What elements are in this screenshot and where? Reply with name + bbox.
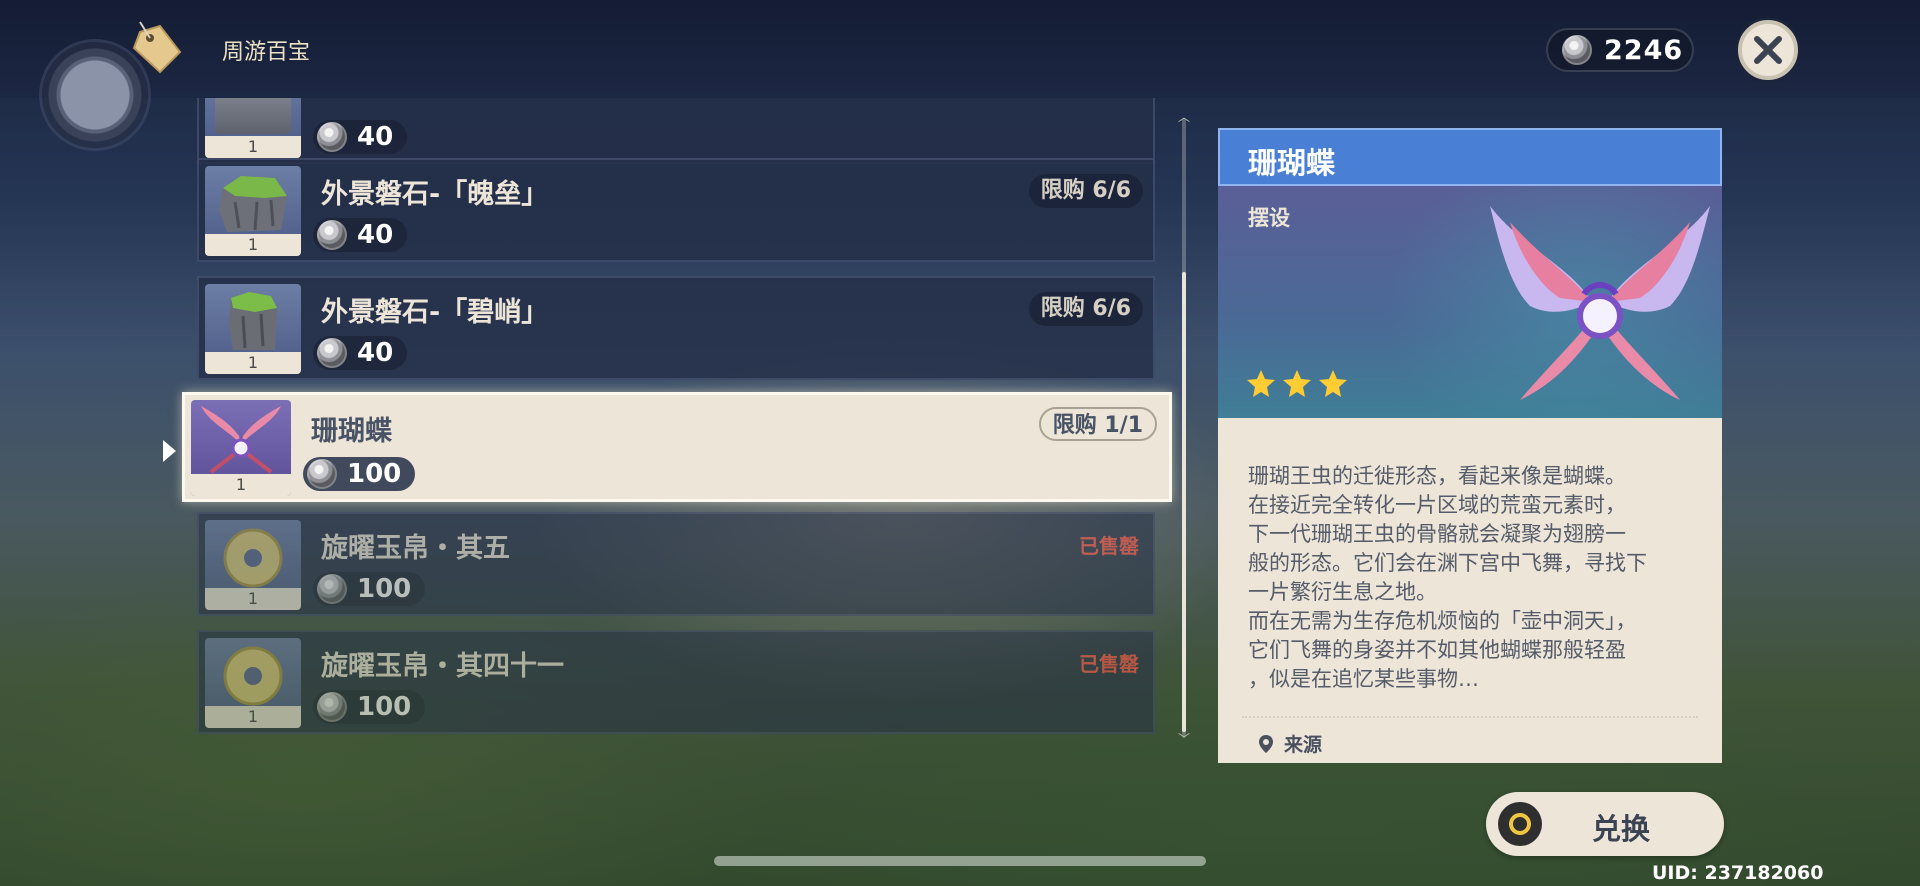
rarity-stars (1246, 368, 1348, 398)
mora-coin-icon (317, 122, 347, 152)
item-price-value: 40 (357, 122, 394, 152)
list-item-selected[interactable]: 1 珊瑚蝶 100 限购 1/1 (182, 392, 1172, 502)
purchase-limit-badge: 限购 6/6 (1028, 174, 1143, 208)
list-item[interactable]: 1 40 (197, 98, 1155, 164)
source-link[interactable]: 来源 (1258, 730, 1322, 757)
item-name: 旋曜玉帛・其五 (321, 533, 510, 564)
purchase-limit-badge: 限购 6/6 (1028, 292, 1143, 326)
item-name: 珊瑚蝶 (311, 416, 392, 447)
currency-display: 2246 (1546, 28, 1694, 72)
star-icon (1283, 370, 1311, 397)
shop-item-list[interactable]: 1 40 1 外景磐石-「魄垒」 40 限购 6/6 1 外景磐石-「碧峭」 4… (0, 98, 1200, 748)
item-price-value: 100 (357, 692, 412, 722)
detail-hero: 摆设 (1218, 186, 1722, 418)
item-name: 旋曜玉帛・其四十一 (321, 651, 564, 682)
item-quantity: 1 (205, 234, 301, 256)
item-price: 100 (303, 457, 416, 491)
mora-coin-icon (317, 692, 347, 722)
item-price-value: 100 (347, 459, 402, 489)
uid-text: UID: 237182060 (1652, 862, 1824, 884)
coral-butterfly-icon (1490, 206, 1710, 400)
mora-coin-icon (317, 338, 347, 368)
item-quantity: 1 (205, 588, 301, 610)
location-pin-icon (1259, 734, 1273, 753)
item-price: 40 (313, 218, 408, 252)
mora-coin-icon (317, 574, 347, 604)
item-quantity: 1 (205, 706, 301, 728)
star-icon (1319, 370, 1347, 397)
mora-coin-icon (317, 220, 347, 250)
list-item[interactable]: 1 外景磐石-「魄垒」 40 限购 6/6 (197, 158, 1155, 262)
mora-coin-icon (307, 459, 337, 489)
shop-title: 周游百宝 (222, 40, 311, 65)
item-thumbnail: 1 (205, 166, 301, 256)
home-indicator[interactable] (714, 856, 1206, 866)
exchange-button[interactable]: 兑换 (1486, 792, 1724, 856)
list-item[interactable]: 1 外景磐石-「碧峭」 40 限购 6/6 (197, 276, 1155, 380)
rock-icon (229, 292, 277, 350)
source-label: 来源 (1284, 734, 1323, 756)
item-price: 100 (313, 572, 426, 606)
jade-disc-icon (223, 528, 283, 588)
item-description: 珊瑚王虫的迁徙形态，看起来像是蝴蝶。 在接近完全转化一片区域的荒蛮元素时， 下一… (1248, 464, 1647, 691)
close-button[interactable] (1738, 20, 1798, 80)
exchange-button-label: 兑换 (1592, 812, 1651, 846)
scroll-down-icon: ﹀ (1177, 732, 1190, 746)
sold-out-label: 已售罄 (1079, 652, 1139, 676)
close-icon (1754, 36, 1782, 64)
rock-icon (219, 176, 287, 232)
detail-title: 珊瑚蝶 (1248, 146, 1336, 180)
item-thumbnail: 1 (191, 400, 291, 496)
coral-butterfly-icon (201, 406, 281, 474)
jade-disc-icon (223, 646, 283, 706)
item-price: 40 (313, 120, 408, 154)
currency-amount: 2246 (1604, 34, 1684, 66)
sold-out-label: 已售罄 (1079, 534, 1139, 558)
detail-header: 珊瑚蝶 (1218, 128, 1722, 186)
item-name: 外景磐石-「碧峭」 (321, 297, 549, 328)
item-name: 外景磐石-「魄垒」 (321, 179, 549, 210)
item-thumbnail: 1 (205, 284, 301, 374)
list-item-sold-out[interactable]: 1 旋曜玉帛・其五 100 已售罄 (197, 512, 1155, 616)
selection-arrow-icon (163, 440, 176, 462)
scrollbar-thumb[interactable] (1182, 272, 1186, 732)
item-detail-panel: 珊瑚蝶 摆设 珊瑚王虫的迁徙形态，看起来像是蝴蝶。 在接近完全转化一片区域的荒蛮… (1218, 128, 1722, 763)
item-thumbnail: 1 (205, 638, 301, 728)
item-quantity: 1 (191, 474, 291, 496)
item-price: 40 (313, 336, 408, 370)
item-price-value: 100 (357, 574, 412, 604)
item-price: 100 (313, 690, 426, 724)
item-thumbnail: 1 (205, 98, 301, 158)
confirm-circle-icon (1498, 802, 1542, 846)
star-icon (1247, 370, 1275, 397)
item-quantity: 1 (205, 352, 301, 374)
detail-body: 珊瑚王虫的迁徙形态，看起来像是蝴蝶。 在接近完全转化一片区域的荒蛮元素时， 下一… (1218, 418, 1722, 763)
price-tag-icon (132, 21, 182, 74)
item-price-value: 40 (357, 220, 394, 250)
purchase-limit-badge: 限购 1/1 (1038, 407, 1157, 441)
item-thumbnail: 1 (205, 520, 301, 610)
item-category: 摆设 (1248, 206, 1290, 230)
mora-coin-icon (1562, 35, 1592, 65)
item-price-value: 40 (357, 338, 394, 368)
list-item-sold-out[interactable]: 1 旋曜玉帛・其四十一 100 已售罄 (197, 630, 1155, 734)
item-quantity: 1 (205, 136, 301, 158)
detail-divider (1242, 716, 1698, 718)
